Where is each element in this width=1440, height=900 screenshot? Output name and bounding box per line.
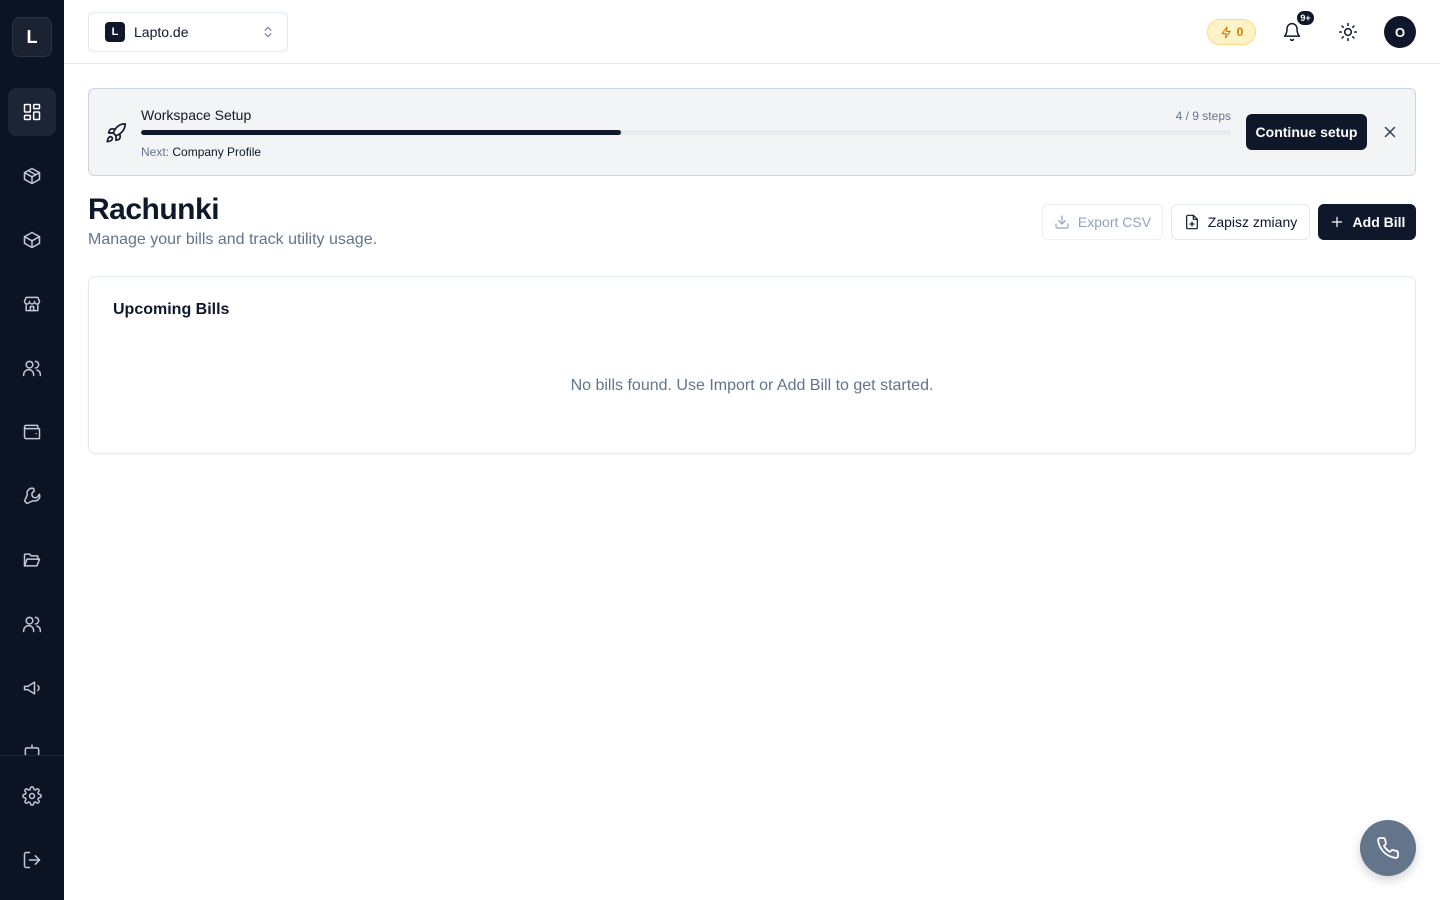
team-icon [22,616,42,633]
sidebar-item-store[interactable] [8,280,56,328]
dashboard-grid-icon [23,103,41,121]
bell-icon [1283,22,1301,42]
page-subtitle: Manage your bills and track utility usag… [88,231,378,248]
sidebar-divider [0,755,64,756]
app-logo[interactable]: L [12,17,52,57]
rocket-icon [106,123,126,143]
top-header: L Lapto.de 0 9+ O [64,0,1440,64]
workspace-name: Lapto.de [134,24,189,40]
wrench-icon [23,487,41,505]
sidebar-item-logout[interactable] [8,836,56,884]
add-bill-label: Add Bill [1352,214,1406,230]
package-icon [23,167,41,185]
folder-open-icon [23,553,41,567]
sidebar-item-marketing[interactable] [8,664,56,712]
sidebar-item-inventory[interactable] [8,216,56,264]
save-changes-label: Zapisz zmiany [1207,214,1298,230]
file-plus-icon [1185,214,1198,230]
export-csv-button[interactable]: Export CSV [1042,204,1163,240]
sidebar-item-tools[interactable] [8,472,56,520]
upcoming-bills-title: Upcoming Bills [113,301,230,318]
credits-count: 0 [1236,25,1244,39]
sidebar-item-team[interactable] [8,600,56,648]
notifications-badge: 9+ [1296,10,1315,26]
workspace-setup-banner: Workspace Setup 4 / 9 steps Next: Compan… [88,88,1416,176]
theme-toggle-button[interactable] [1332,16,1364,48]
users-icon [22,360,42,377]
sidebar-scroll-overflow [0,740,64,755]
sidebar-item-settings[interactable] [8,772,56,820]
lightning-icon [1221,26,1231,38]
robot-icon [24,744,40,755]
workspace-badge: L [105,22,125,42]
sidebar-item-products[interactable] [8,152,56,200]
setup-next-label: Next: [141,145,170,159]
store-icon [23,296,41,312]
phone-icon [1377,837,1399,859]
wallet-icon [23,424,41,440]
setup-next-step: Next: Company Profile [141,145,261,159]
credits-badge[interactable]: 0 [1207,19,1256,45]
chevrons-up-down-icon [264,26,272,38]
empty-state-message: No bills found. Use Import or Add Bill t… [570,377,934,394]
close-icon[interactable] [1381,123,1399,141]
setup-steps-count: 4 / 9 steps [1175,109,1231,123]
sidebar-item-dashboard[interactable] [8,88,56,136]
megaphone-icon [23,681,40,695]
setup-next-step-name: Company Profile [172,145,262,159]
user-avatar[interactable]: O [1384,16,1416,48]
gear-icon [22,786,42,806]
page-title: Rachunki [88,193,220,226]
call-support-button[interactable] [1360,820,1416,876]
sun-icon [1338,22,1358,42]
save-changes-button[interactable]: Zapisz zmiany [1171,204,1310,240]
download-icon [1055,215,1069,229]
box-icon [23,231,41,249]
plus-icon [1331,216,1342,228]
sidebar-item-wallet[interactable] [8,408,56,456]
sidebar: L [0,0,64,900]
export-csv-label: Export CSV [1077,214,1152,230]
setup-progress-bar [141,130,1231,135]
sidebar-item-customers[interactable] [8,344,56,392]
upcoming-bills-card: Upcoming Bills No bills found. Use Impor… [88,276,1416,454]
logout-icon [23,851,41,869]
continue-setup-button[interactable]: Continue setup [1246,114,1367,150]
sidebar-item-files[interactable] [8,536,56,584]
add-bill-button[interactable]: Add Bill [1318,204,1416,240]
workspace-selector[interactable]: L Lapto.de [88,12,288,52]
setup-progress-fill [141,130,621,135]
setup-title: Workspace Setup [141,107,252,123]
